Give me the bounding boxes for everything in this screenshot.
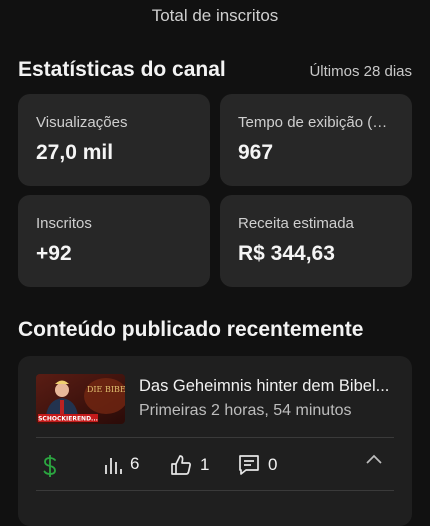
stat-card-subscribers[interactable]: Inscritos +92 — [18, 195, 210, 287]
views-stat[interactable]: 6 — [104, 454, 139, 474]
stat-card-value: 27,0 mil — [36, 141, 114, 164]
dollar-icon — [43, 455, 56, 477]
recent-content-title: Conteúdo publicado recentemente — [18, 318, 364, 341]
channel-stats-header: Estatísticas do canal Últimos 28 dias — [18, 58, 412, 82]
video-title[interactable]: Das Geheimnis hinter dem Bibel... — [139, 377, 397, 396]
channel-stats-title: Estatísticas do canal — [18, 58, 226, 81]
comment-icon — [239, 455, 259, 475]
comments-count: 0 — [268, 455, 278, 474]
stat-card-value: R$ 344,63 — [238, 242, 335, 265]
period-selector[interactable]: Últimos 28 dias — [309, 63, 412, 80]
thumbs-up-icon — [171, 455, 191, 475]
video-stats-row: 6 1 0 — [42, 454, 394, 480]
views-count: 6 — [130, 454, 140, 473]
stat-card-value: 967 — [238, 141, 274, 164]
likes-stat[interactable]: 1 — [170, 454, 209, 476]
video-meta: Primeiras 2 horas, 54 minutos — [139, 402, 352, 419]
comments-stat[interactable]: 0 — [238, 454, 277, 476]
collapse-button[interactable] — [366, 454, 382, 464]
bar-chart-icon — [105, 458, 122, 474]
divider — [36, 490, 394, 491]
chevron-up-icon — [366, 454, 382, 464]
total-subscribers-label: Total de inscritos — [151, 6, 279, 25]
recent-video-card[interactable]: DIE BIBEL SCHOCKIEREND... Das Geheimnis … — [18, 356, 412, 526]
thumbnail-image: DIE BIBEL SCHOCKIEREND... — [36, 374, 125, 424]
stat-card-label: Visualizações — [36, 114, 128, 131]
stat-card-value: +92 — [36, 242, 72, 265]
likes-count: 1 — [200, 455, 210, 474]
thumbnail-banner: SCHOCKIEREND... — [38, 416, 98, 423]
stat-card-label: Tempo de exibição (horas) — [238, 114, 394, 131]
stat-card-label: Receita estimada — [238, 215, 354, 232]
video-thumbnail[interactable]: DIE BIBEL SCHOCKIEREND... — [36, 374, 125, 424]
stat-card-watch-time[interactable]: Tempo de exibição (horas) 967 — [220, 94, 412, 186]
stat-card-revenue[interactable]: Receita estimada R$ 344,63 — [220, 195, 412, 287]
revenue-stat[interactable] — [42, 454, 58, 478]
stat-card-views[interactable]: Visualizações 27,0 mil — [18, 94, 210, 186]
stat-card-label: Inscritos — [36, 215, 92, 232]
divider — [36, 437, 394, 438]
thumbnail-text: DIE BIBEL — [87, 385, 125, 394]
